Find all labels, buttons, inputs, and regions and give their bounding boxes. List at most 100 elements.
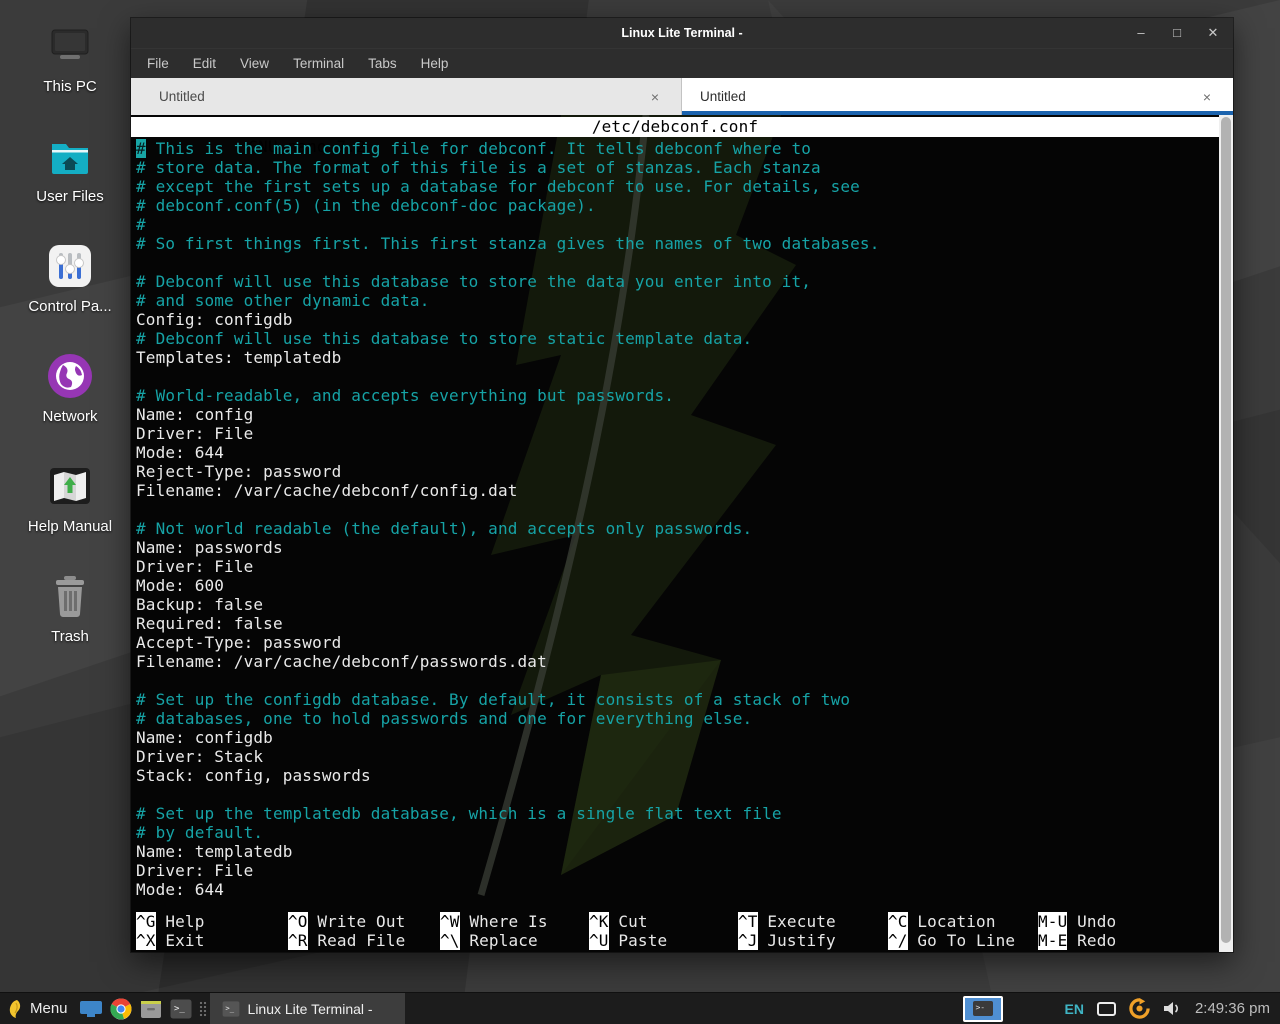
terminal-line: Name: config bbox=[136, 405, 1219, 424]
nano-shortcut: ^O Write Out bbox=[288, 912, 440, 931]
close-button[interactable]: ✕ bbox=[1205, 18, 1221, 48]
terminal-line bbox=[136, 500, 1219, 519]
terminal-line: # Set up the templatedb database, which … bbox=[136, 804, 1219, 823]
terminal-line: Mode: 644 bbox=[136, 880, 1219, 899]
terminal-line: Accept-Type: password bbox=[136, 633, 1219, 652]
update-notifier-icon[interactable] bbox=[1129, 998, 1150, 1019]
desktop-icon-trash[interactable]: Trash bbox=[10, 572, 130, 682]
network-globe-icon bbox=[46, 352, 94, 400]
taskbar-left: Menu bbox=[0, 993, 405, 1024]
terminal-line: # databases, one to hold passwords and o… bbox=[136, 709, 1219, 728]
terminal-line: Driver: File bbox=[136, 861, 1219, 880]
display-tray-icon[interactable] bbox=[1097, 1002, 1116, 1016]
taskbar-handle[interactable] bbox=[199, 1001, 207, 1017]
task-button-label: Linux Lite Terminal - bbox=[248, 1001, 373, 1017]
desktop-icon-label: This PC bbox=[43, 78, 96, 95]
tab-label: Untitled bbox=[131, 89, 205, 104]
tab-label: Untitled bbox=[682, 89, 746, 104]
trash-icon bbox=[46, 572, 94, 620]
clock[interactable]: 2:49:36 pm bbox=[1195, 1000, 1270, 1017]
chrome-browser-icon[interactable] bbox=[106, 993, 136, 1024]
keyboard-layout-indicator[interactable]: EN bbox=[1064, 1001, 1083, 1017]
menu-tabs[interactable]: Tabs bbox=[365, 54, 400, 73]
terminal-line bbox=[136, 671, 1219, 690]
menu-terminal[interactable]: Terminal bbox=[290, 54, 347, 73]
menu-help[interactable]: Help bbox=[418, 54, 452, 73]
show-desktop-icon[interactable] bbox=[76, 993, 106, 1024]
terminal-line: Mode: 644 bbox=[136, 443, 1219, 462]
menu-view[interactable]: View bbox=[237, 54, 272, 73]
tab-untitled-1[interactable]: Untitled × bbox=[131, 78, 682, 115]
tray-terminal-icon: >- bbox=[973, 1001, 993, 1016]
tab-bar: Untitled × Untitled × bbox=[131, 78, 1233, 115]
tab-untitled-2[interactable]: Untitled × bbox=[682, 78, 1233, 115]
desktop-icon-this-pc[interactable]: This PC bbox=[10, 22, 130, 132]
scrollbar-thumb[interactable] bbox=[1221, 117, 1231, 943]
shortcut-row-1: ^G Help^O Write Out^W Where Is^K Cut^T E… bbox=[136, 912, 1219, 931]
shortcut-row-2: ^X Exit^R Read File^\ Replace^U Paste^J … bbox=[136, 931, 1219, 950]
nano-shortcut: ^U Paste bbox=[589, 931, 738, 950]
terminal-line: Driver: File bbox=[136, 424, 1219, 443]
terminal-line: Backup: false bbox=[136, 595, 1219, 614]
desktop-icon-user-files[interactable]: User Files bbox=[10, 132, 130, 242]
terminal-screen[interactable]: GNU nano 7.2 /etc/debconf.conf # This is… bbox=[131, 115, 1233, 952]
nano-lines: # This is the main config file for debco… bbox=[131, 137, 1219, 912]
terminal-line: Driver: Stack bbox=[136, 747, 1219, 766]
nano-shortcut: ^W Where Is bbox=[440, 912, 589, 931]
file-manager-icon[interactable] bbox=[136, 993, 166, 1024]
terminal-line: Name: configdb bbox=[136, 728, 1219, 747]
nano-shortcut: ^/ Go To Line bbox=[888, 931, 1038, 950]
nano-shortcut: ^C Location bbox=[888, 912, 1038, 931]
menu-button-label: Menu bbox=[30, 1000, 68, 1017]
terminal-line: Reject-Type: password bbox=[136, 462, 1219, 481]
terminal-line: # World-readable, and accepts everything… bbox=[136, 386, 1219, 405]
terminal-scrollbar[interactable] bbox=[1219, 115, 1233, 952]
desktop-icons: This PC User Files bbox=[10, 22, 130, 682]
window-titlebar[interactable]: Linux Lite Terminal - – □ ✕ bbox=[131, 18, 1233, 48]
terminal-line: Name: passwords bbox=[136, 538, 1219, 557]
terminal-line bbox=[136, 253, 1219, 272]
terminal-line: Templates: templatedb bbox=[136, 348, 1219, 367]
terminal-window: Linux Lite Terminal - – □ ✕ File Edit Vi… bbox=[131, 18, 1233, 952]
menu-file[interactable]: File bbox=[144, 54, 172, 73]
terminal-line: # bbox=[136, 215, 1219, 234]
window-title: Linux Lite Terminal - bbox=[621, 26, 742, 40]
nano-editor: GNU nano 7.2 /etc/debconf.conf # This is… bbox=[131, 115, 1219, 952]
nano-shortcut: ^K Cut bbox=[589, 912, 738, 931]
desktop-icon-help-manual[interactable]: Help Manual bbox=[10, 462, 130, 572]
menu-bar: File Edit View Terminal Tabs Help bbox=[131, 48, 1233, 78]
nano-shortcut-bar: ^G Help^O Write Out^W Where Is^K Cut^T E… bbox=[131, 912, 1219, 952]
volume-icon[interactable] bbox=[1163, 1000, 1182, 1017]
minimize-button[interactable]: – bbox=[1133, 18, 1149, 48]
taskbar: Menu bbox=[0, 992, 1280, 1024]
text-cursor: # bbox=[136, 139, 146, 158]
nano-shortcut: M-U Undo bbox=[1038, 912, 1219, 931]
nano-shortcut: ^\ Replace bbox=[440, 931, 589, 950]
task-terminal-icon: >_ bbox=[222, 1001, 240, 1017]
terminal-line: Mode: 600 bbox=[136, 576, 1219, 595]
focused-window-tray-button[interactable]: >- bbox=[963, 996, 1003, 1022]
nano-shortcut: ^T Execute bbox=[738, 912, 888, 931]
desktop-icon-control-panel[interactable]: Control Pa... bbox=[10, 242, 130, 352]
terminal-line bbox=[136, 785, 1219, 804]
nano-titlebar: GNU nano 7.2 /etc/debconf.conf bbox=[131, 117, 1219, 137]
svg-text:>_: >_ bbox=[174, 1004, 185, 1014]
terminal-launcher-icon[interactable]: >_ bbox=[166, 993, 196, 1024]
tab-close-icon[interactable]: × bbox=[1199, 89, 1215, 105]
maximize-button[interactable]: □ bbox=[1169, 18, 1185, 48]
this-pc-icon bbox=[46, 22, 94, 70]
menu-edit[interactable]: Edit bbox=[190, 54, 219, 73]
desktop-icon-label: Network bbox=[42, 408, 97, 425]
desktop-icon-network[interactable]: Network bbox=[10, 352, 130, 462]
nano-shortcut: ^G Help bbox=[136, 912, 288, 931]
desktop: This PC User Files bbox=[0, 0, 1280, 1024]
terminal-line: # This is the main config file for debco… bbox=[136, 139, 1219, 158]
terminal-line: # Debconf will use this database to stor… bbox=[136, 329, 1219, 348]
terminal-line: Required: false bbox=[136, 614, 1219, 633]
tab-close-icon[interactable]: × bbox=[647, 89, 663, 105]
terminal-line: Name: templatedb bbox=[136, 842, 1219, 861]
task-button-terminal[interactable]: >_ Linux Lite Terminal - bbox=[210, 993, 405, 1024]
terminal-line bbox=[136, 367, 1219, 386]
terminal-line: # debconf.conf(5) (in the debconf-doc pa… bbox=[136, 196, 1219, 215]
app-menu-button[interactable]: Menu bbox=[0, 993, 76, 1024]
